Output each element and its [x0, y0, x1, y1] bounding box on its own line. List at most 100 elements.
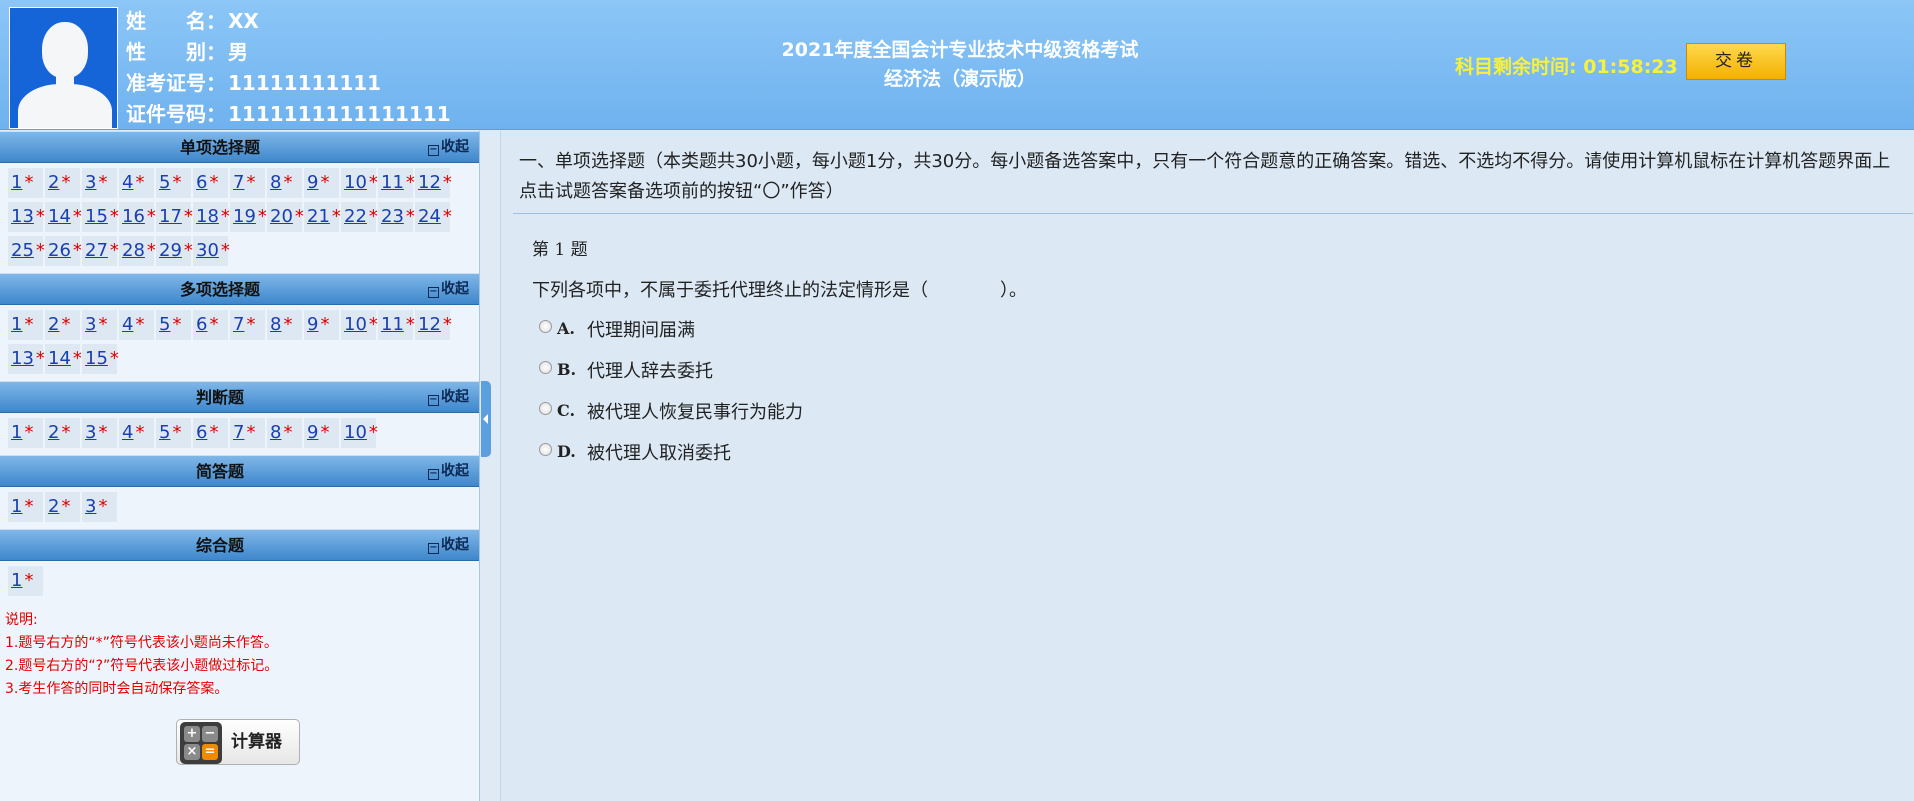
- question-link[interactable]: 3 *: [82, 418, 117, 448]
- question-link-number: 11: [381, 172, 404, 193]
- question-link[interactable]: 28 *: [119, 236, 156, 266]
- question-link[interactable]: 20 *: [267, 202, 304, 232]
- question-link[interactable]: 9 *: [304, 168, 339, 198]
- question-link[interactable]: 14 *: [45, 344, 82, 374]
- question-link[interactable]: 5 *: [156, 310, 191, 340]
- question-link[interactable]: 11 *: [378, 310, 415, 340]
- answer-option[interactable]: C. 被代理人恢复民事行为能力: [539, 390, 803, 431]
- question-link[interactable]: 30 *: [193, 236, 230, 266]
- question-link[interactable]: 9 *: [304, 310, 339, 340]
- question-link-number: 21: [307, 206, 330, 227]
- question-link[interactable]: 27 *: [82, 236, 119, 266]
- radio-button[interactable]: [539, 442, 552, 456]
- question-link[interactable]: 2 *: [45, 310, 80, 340]
- section-instruction: 一、单项选择题（本类题共30小题，每小题1分，共30分。每小题备选答案中，只有一…: [519, 151, 1891, 202]
- collapse-button[interactable]: − 收起: [428, 382, 469, 413]
- ticket-label: 准考证号：: [126, 71, 226, 95]
- candidate-photo: [9, 7, 118, 129]
- answer-option[interactable]: D. 被代理人取消委托: [539, 431, 803, 472]
- question-link-number: 9: [307, 422, 319, 443]
- question-link[interactable]: 25 *: [8, 236, 45, 266]
- question-link[interactable]: 6 *: [193, 310, 228, 340]
- question-link[interactable]: 15 *: [82, 202, 119, 232]
- question-link[interactable]: 5 *: [156, 168, 191, 198]
- question-link[interactable]: 4 *: [119, 310, 154, 340]
- question-link[interactable]: 5 *: [156, 418, 191, 448]
- question-link[interactable]: 17 *: [156, 202, 193, 232]
- question-link[interactable]: 15 *: [82, 344, 119, 374]
- question-link-number: 8: [270, 314, 282, 335]
- question-link[interactable]: 24 *: [415, 202, 452, 232]
- question-link[interactable]: 2 *: [45, 168, 80, 198]
- question-link[interactable]: 3 *: [82, 492, 117, 522]
- question-link[interactable]: 1 *: [8, 418, 43, 448]
- question-link[interactable]: 2 *: [45, 492, 80, 522]
- question-link[interactable]: 4 *: [119, 168, 154, 198]
- question-link[interactable]: 11 *: [378, 168, 415, 198]
- unanswered-mark: *: [35, 240, 45, 261]
- answer-option[interactable]: A. 代理期间届满: [539, 308, 803, 349]
- option-letter: D.: [557, 442, 576, 461]
- question-link[interactable]: 1 *: [8, 492, 43, 522]
- radio-button[interactable]: [539, 401, 552, 415]
- question-link[interactable]: 23 *: [378, 202, 415, 232]
- question-link[interactable]: 16 *: [119, 202, 156, 232]
- collapse-label: 收起: [441, 281, 469, 297]
- question-link[interactable]: 10 *: [341, 418, 378, 448]
- collapse-label: 收起: [441, 537, 469, 553]
- question-link[interactable]: 8 *: [267, 310, 302, 340]
- question-link-number: 1: [11, 172, 23, 193]
- question-link-number: 11: [381, 314, 404, 335]
- question-list: 1 *: [0, 561, 479, 603]
- question-link[interactable]: 29 *: [156, 236, 193, 266]
- question-link[interactable]: 9 *: [304, 418, 339, 448]
- section-header: 单项选择题 − 收起: [0, 131, 479, 163]
- radio-button[interactable]: [539, 319, 552, 333]
- question-link[interactable]: 10 *: [341, 310, 378, 340]
- collapse-button[interactable]: − 收起: [428, 274, 469, 305]
- question-link[interactable]: 2 *: [45, 418, 80, 448]
- question-link-number: 7: [233, 172, 245, 193]
- collapse-panel-handle[interactable]: [481, 381, 491, 457]
- question-link[interactable]: 7 *: [230, 418, 265, 448]
- answer-option[interactable]: B. 代理人辞去委托: [539, 349, 803, 390]
- collapse-icon: −: [428, 394, 439, 406]
- question-link[interactable]: 18 *: [193, 202, 230, 232]
- collapse-button[interactable]: − 收起: [428, 132, 469, 163]
- question-link[interactable]: 3 *: [82, 310, 117, 340]
- question-link[interactable]: 7 *: [230, 310, 265, 340]
- unanswered-mark: *: [283, 422, 293, 443]
- question-link[interactable]: 6 *: [193, 168, 228, 198]
- question-link[interactable]: 13 *: [8, 202, 45, 232]
- question-link[interactable]: 4 *: [119, 418, 154, 448]
- question-link-number: 9: [307, 172, 319, 193]
- question-link[interactable]: 6 *: [193, 418, 228, 448]
- question-link[interactable]: 26 *: [45, 236, 82, 266]
- answer-options: A. 代理期间届满 B. 代理人辞去委托 C. 被代理人恢复民事行为能力 D. 被代理人取消委…: [539, 308, 803, 472]
- question-link[interactable]: 7 *: [230, 168, 265, 198]
- question-link[interactable]: 22 *: [341, 202, 378, 232]
- question-link[interactable]: 13 *: [8, 344, 45, 374]
- question-link[interactable]: 8 *: [267, 168, 302, 198]
- unanswered-mark: *: [294, 206, 304, 227]
- question-link[interactable]: 19 *: [230, 202, 267, 232]
- collapse-button[interactable]: − 收起: [428, 530, 469, 561]
- question-link[interactable]: 8 *: [267, 418, 302, 448]
- question-link[interactable]: 3 *: [82, 168, 117, 198]
- calculator-button[interactable]: + − × = 计算器: [176, 719, 300, 765]
- question-link[interactable]: 12 *: [415, 168, 452, 198]
- question-link[interactable]: 1 *: [8, 168, 43, 198]
- radio-button[interactable]: [539, 360, 552, 374]
- question-list: 1 * 2 * 3 * 4 * 5 * 6 * 7 * 8 * 9 * 10 *: [0, 413, 479, 455]
- collapse-button[interactable]: − 收起: [428, 456, 469, 487]
- question-link[interactable]: 10 *: [341, 168, 378, 198]
- question-link-number: 4: [122, 172, 134, 193]
- section-title: 单项选择题: [179, 138, 260, 157]
- question-link[interactable]: 1 *: [8, 566, 43, 596]
- question-link[interactable]: 21 *: [304, 202, 341, 232]
- submit-exam-button[interactable]: 交卷: [1686, 43, 1786, 80]
- question-link[interactable]: 1 *: [8, 310, 43, 340]
- question-link-number: 3: [85, 314, 97, 335]
- question-link[interactable]: 14 *: [45, 202, 82, 232]
- question-link[interactable]: 12 *: [415, 310, 452, 340]
